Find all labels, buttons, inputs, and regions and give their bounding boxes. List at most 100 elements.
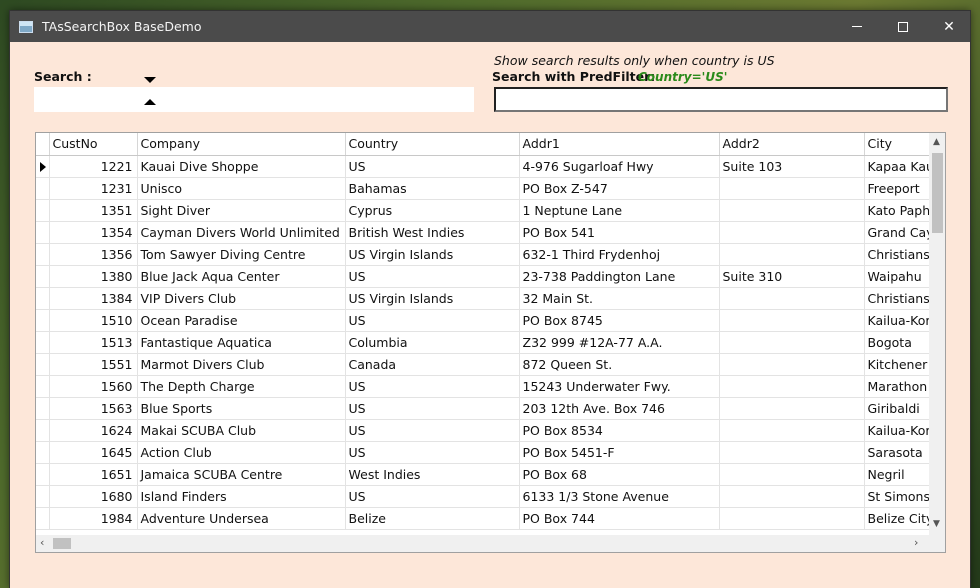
row-indicator[interactable] [36, 419, 50, 442]
scroll-down-icon[interactable]: ▼ [933, 519, 940, 529]
cell-company[interactable]: Kauai Dive Shoppe [137, 155, 346, 178]
minimize-button[interactable] [834, 11, 880, 42]
cell-company[interactable]: Blue Sports [137, 397, 346, 420]
cell-addr1[interactable]: 4-976 Sugarloaf Hwy [519, 155, 720, 178]
table-row[interactable]: 1513 Fantastique Aquatica Columbia Z32 999 … [36, 331, 945, 354]
cell-country[interactable]: British West Indies [345, 221, 520, 244]
table-row[interactable]: 1351 Sight Diver Cyprus 1 Neptune Lane Kato … [36, 199, 945, 222]
table-row[interactable]: 1651 Jamaica SCUBA Centre West Indies PO Bo… [36, 463, 945, 486]
row-indicator[interactable] [36, 243, 50, 266]
cell-country[interactable]: US [345, 265, 520, 288]
cell-country[interactable]: US [345, 419, 520, 442]
cell-country[interactable]: US Virgin Islands [345, 243, 520, 266]
cell-custno[interactable]: 1351 [49, 199, 138, 222]
cell-addr2[interactable] [719, 243, 865, 266]
cell-addr2[interactable] [719, 177, 865, 200]
row-indicator[interactable] [36, 199, 50, 222]
table-row[interactable]: 1624 Makai SCUBA Club US PO Box 8534 Kailua-… [36, 419, 945, 442]
cell-addr2[interactable] [719, 287, 865, 310]
cell-country[interactable]: US [345, 397, 520, 420]
sort-down-icon[interactable] [144, 77, 156, 83]
cell-addr1[interactable]: 632-1 Third Frydenhoj [519, 243, 720, 266]
table-row[interactable]: 1510 Ocean Paradise US PO Box 8745 Kailua-Ko… [36, 309, 945, 332]
cell-custno[interactable]: 1354 [49, 221, 138, 244]
sort-up-icon[interactable] [144, 99, 156, 105]
title-bar[interactable]: TAsSearchBox BaseDemo ✕ [10, 11, 970, 42]
table-row[interactable]: 1984 Adventure Undersea Belize PO Box 744 Be… [36, 507, 945, 530]
cell-custno[interactable]: 1645 [49, 441, 138, 464]
cell-addr1[interactable]: 1 Neptune Lane [519, 199, 720, 222]
close-button[interactable]: ✕ [926, 11, 972, 42]
cell-addr1[interactable]: 32 Main St. [519, 287, 720, 310]
cell-company[interactable]: Makai SCUBA Club [137, 419, 346, 442]
cell-custno[interactable]: 1651 [49, 463, 138, 486]
cell-company[interactable]: Adventure Undersea [137, 507, 346, 530]
column-header-custno[interactable]: CustNo [49, 133, 138, 156]
table-row[interactable]: 1231 Unisco Bahamas PO Box Z-547 Freeport [36, 177, 945, 200]
cell-country[interactable]: US [345, 441, 520, 464]
cell-addr1[interactable]: PO Box 541 [519, 221, 720, 244]
cell-custno[interactable]: 1513 [49, 331, 138, 354]
cell-addr1[interactable]: 15243 Underwater Fwy. [519, 375, 720, 398]
row-indicator[interactable] [36, 309, 50, 332]
cell-addr1[interactable]: PO Box 8745 [519, 309, 720, 332]
cell-country[interactable]: West Indies [345, 463, 520, 486]
row-indicator[interactable] [36, 287, 50, 310]
customer-grid[interactable]: CustNo Company Country Addr1 Addr2 City 1221 K… [35, 132, 946, 553]
cell-addr1[interactable]: PO Box 5451-F [519, 441, 720, 464]
column-header-company[interactable]: Company [137, 133, 346, 156]
cell-addr1[interactable]: PO Box 68 [519, 463, 720, 486]
cell-country[interactable]: US [345, 309, 520, 332]
cell-addr1[interactable]: Z32 999 #12A-77 A.A. [519, 331, 720, 354]
cell-addr1[interactable]: 23-738 Paddington Lane [519, 265, 720, 288]
cell-addr2[interactable]: Suite 103 [719, 155, 865, 178]
cell-addr2[interactable]: Suite 310 [719, 265, 865, 288]
cell-company[interactable]: Unisco [137, 177, 346, 200]
cell-country[interactable]: Columbia [345, 331, 520, 354]
cell-company[interactable]: Cayman Divers World Unlimited [137, 221, 346, 244]
cell-custno[interactable]: 1380 [49, 265, 138, 288]
cell-custno[interactable]: 1563 [49, 397, 138, 420]
row-indicator[interactable] [36, 265, 50, 288]
column-header-addr1[interactable]: Addr1 [519, 133, 720, 156]
cell-country[interactable]: Bahamas [345, 177, 520, 200]
cell-custno[interactable]: 1231 [49, 177, 138, 200]
cell-country[interactable]: US [345, 375, 520, 398]
cell-addr1[interactable]: PO Box 8534 [519, 419, 720, 442]
cell-company[interactable]: The Depth Charge [137, 375, 346, 398]
cell-addr1[interactable]: PO Box 744 [519, 507, 720, 530]
cell-custno[interactable]: 1384 [49, 287, 138, 310]
cell-company[interactable]: Island Finders [137, 485, 346, 508]
cell-custno[interactable]: 1221 [49, 155, 138, 178]
cell-addr2[interactable] [719, 221, 865, 244]
row-indicator[interactable] [36, 353, 50, 376]
cell-company[interactable]: Action Club [137, 441, 346, 464]
vertical-scrollbar[interactable]: ▲ ▼ [929, 133, 945, 535]
cell-country[interactable]: Canada [345, 353, 520, 376]
cell-addr1[interactable]: PO Box Z-547 [519, 177, 720, 200]
horizontal-scrollbar[interactable]: ‹ › [36, 535, 929, 552]
cell-country[interactable]: US [345, 155, 520, 178]
cell-addr2[interactable] [719, 331, 865, 354]
cell-addr2[interactable] [719, 507, 865, 530]
cell-addr2[interactable] [719, 309, 865, 332]
cell-country[interactable]: US Virgin Islands [345, 287, 520, 310]
table-row[interactable]: 1560 The Depth Charge US 15243 Underwater F… [36, 375, 945, 398]
row-indicator[interactable] [36, 463, 50, 486]
table-row[interactable]: 1354 Cayman Divers World Unlimited British… [36, 221, 945, 244]
cell-company[interactable]: VIP Divers Club [137, 287, 346, 310]
table-row[interactable]: 1563 Blue Sports US 203 12th Ave. Box 746 Gi… [36, 397, 945, 420]
cell-custno[interactable]: 1560 [49, 375, 138, 398]
table-row[interactable]: 1645 Action Club US PO Box 5451-F Sarasota [36, 441, 945, 464]
cell-country[interactable]: US [345, 485, 520, 508]
table-row[interactable]: 1384 VIP Divers Club US Virgin Islands 32 M… [36, 287, 945, 310]
cell-company[interactable]: Sight Diver [137, 199, 346, 222]
cell-addr2[interactable] [719, 199, 865, 222]
cell-custno[interactable]: 1624 [49, 419, 138, 442]
column-header-country[interactable]: Country [345, 133, 520, 156]
cell-addr2[interactable] [719, 485, 865, 508]
cell-addr1[interactable]: 203 12th Ave. Box 746 [519, 397, 720, 420]
horizontal-scroll-thumb[interactable] [53, 538, 71, 549]
table-row[interactable]: 1551 Marmot Divers Club Canada 872 Queen St… [36, 353, 945, 376]
cell-company[interactable]: Blue Jack Aqua Center [137, 265, 346, 288]
